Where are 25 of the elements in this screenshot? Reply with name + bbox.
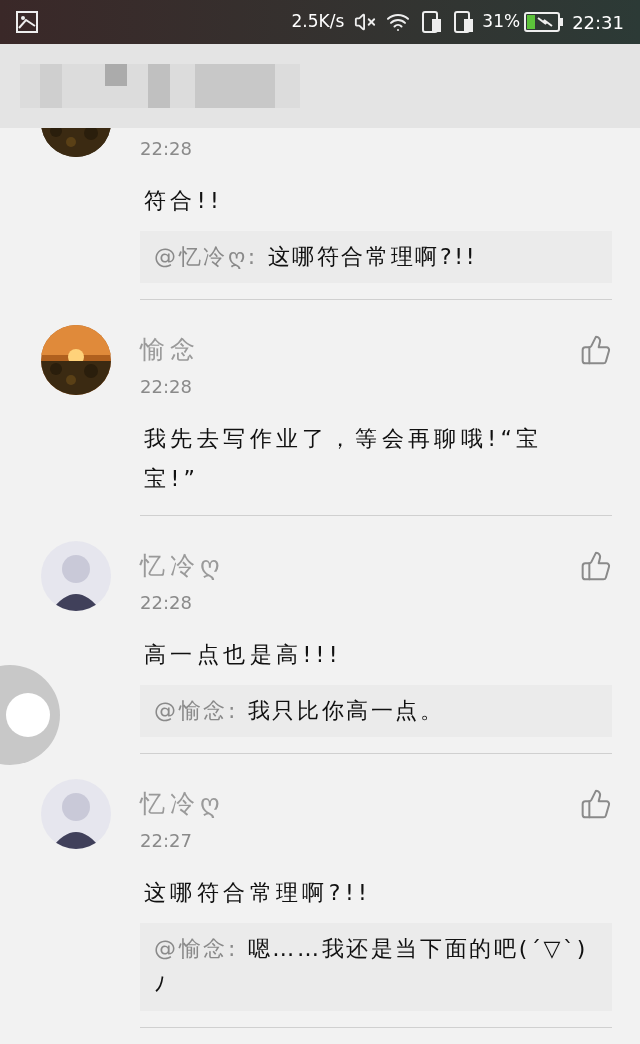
comment-time: 22:27 xyxy=(140,829,192,853)
reply-quote: @愉念: 我只比你高一点。 xyxy=(140,685,612,737)
user-name: 忆冷ღ xyxy=(140,550,225,583)
battery-percent: 31% xyxy=(482,10,521,34)
like-icon[interactable] xyxy=(580,788,612,820)
image-icon xyxy=(16,11,38,33)
comment-text: 高一点也是高!!! xyxy=(143,641,344,669)
reply-quote: @愉念: 嗯……我还是当下面的吧(´▽`)ﾉ xyxy=(140,923,612,1011)
comment-time: 22:28 xyxy=(140,591,192,615)
battery-icon xyxy=(524,12,565,32)
clock: 22:31 xyxy=(572,10,624,35)
user-name: 忆冷ღ xyxy=(140,788,225,821)
user-name: 愉念 xyxy=(140,334,200,367)
comment-text: 符合!! xyxy=(143,187,225,215)
reply-quote: @忆冷ღ: 这哪符合常理啊?!! xyxy=(140,231,612,283)
comment-time: 22:28 xyxy=(140,375,192,399)
comment-text: 这哪符合常理啊?!! xyxy=(143,879,373,907)
sim-icon xyxy=(422,11,443,33)
sim-icon xyxy=(454,11,475,33)
like-icon[interactable] xyxy=(580,550,612,582)
network-speed: 2.5K/s xyxy=(291,10,345,34)
comment-time: 22:28 xyxy=(140,137,192,161)
like-icon[interactable] xyxy=(580,334,612,366)
comment-text: 我先去写作业了，等会再聊哦!“宝宝!” xyxy=(143,425,544,493)
mute-icon xyxy=(354,11,377,33)
